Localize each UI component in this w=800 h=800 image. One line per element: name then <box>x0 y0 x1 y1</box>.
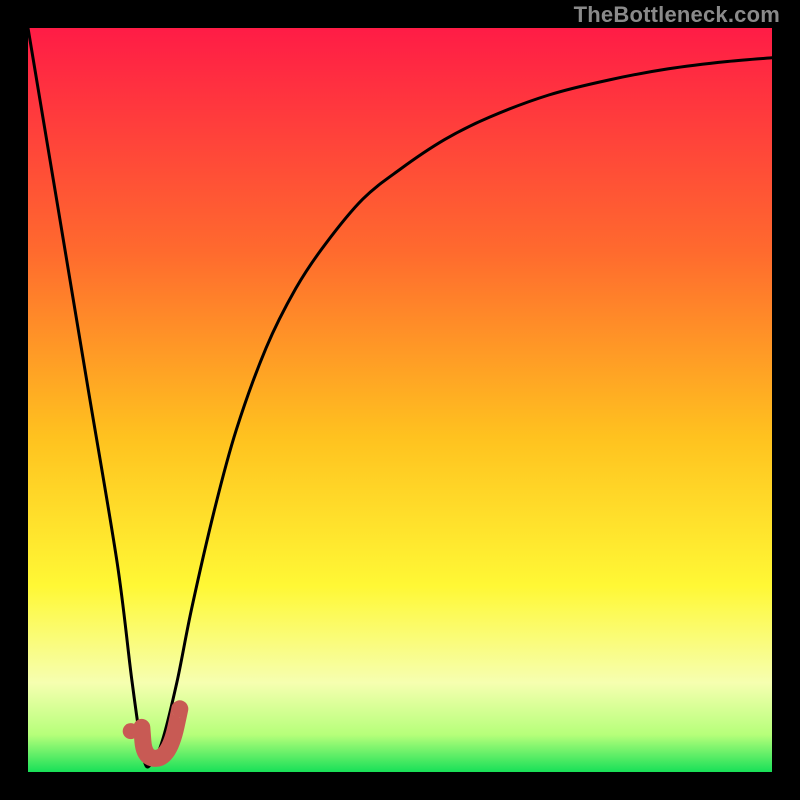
plot-background <box>28 28 772 772</box>
watermark-text: TheBottleneck.com <box>574 2 780 28</box>
min-marker-dot <box>123 723 139 739</box>
bottleneck-chart <box>28 28 772 772</box>
chart-frame: TheBottleneck.com <box>0 0 800 800</box>
